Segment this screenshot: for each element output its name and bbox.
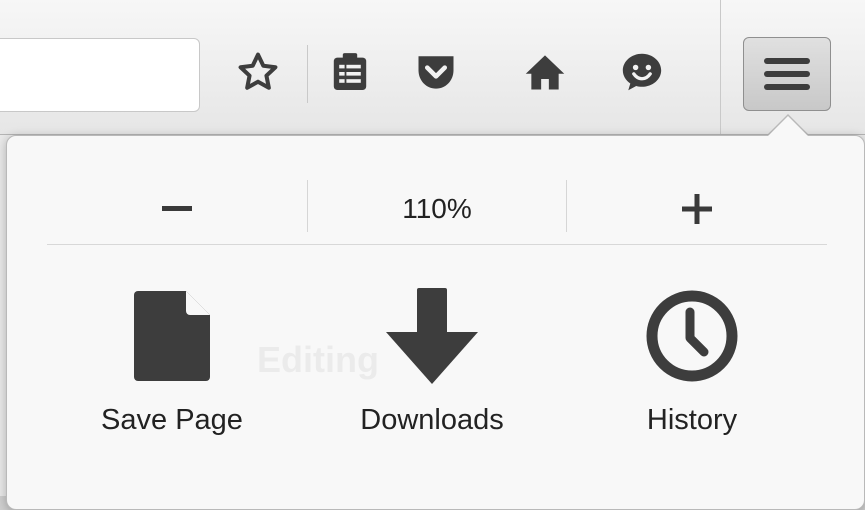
menu-panel: Editing 110% Save Page Downloads History [6,135,865,510]
history-label: History [646,404,738,436]
downloads-icon [386,286,478,386]
toolbar-separator [307,45,308,103]
panel-divider [47,244,827,245]
save-page-button[interactable]: Save Page [72,286,272,456]
downloads-button[interactable]: Downloads [332,286,532,456]
star-icon[interactable] [228,42,288,102]
history-button[interactable]: History [592,286,792,456]
plus-icon [682,194,712,224]
toolbar-separator [720,0,721,134]
open-menu-button[interactable] [743,37,831,111]
save-page-label: Save Page [101,404,243,436]
url-bar[interactable] [0,38,200,112]
home-icon[interactable] [515,42,575,102]
panel-arrow [767,116,809,137]
save-page-icon [134,286,210,386]
zoom-controls: 110% [47,174,827,244]
navigation-toolbar [0,0,865,135]
hamburger-menu-icon [764,58,810,90]
pocket-icon[interactable] [406,42,466,102]
zoom-level: 110% [402,193,472,224]
reading-list-icon[interactable] [320,42,380,102]
zoom-in-button[interactable] [567,174,827,244]
zoom-out-button[interactable] [47,174,307,244]
history-icon [646,286,738,386]
downloads-label: Downloads [360,404,504,436]
emoji-icon[interactable] [612,42,672,102]
minus-icon [162,206,192,211]
zoom-reset-button[interactable]: 110% [308,174,566,244]
